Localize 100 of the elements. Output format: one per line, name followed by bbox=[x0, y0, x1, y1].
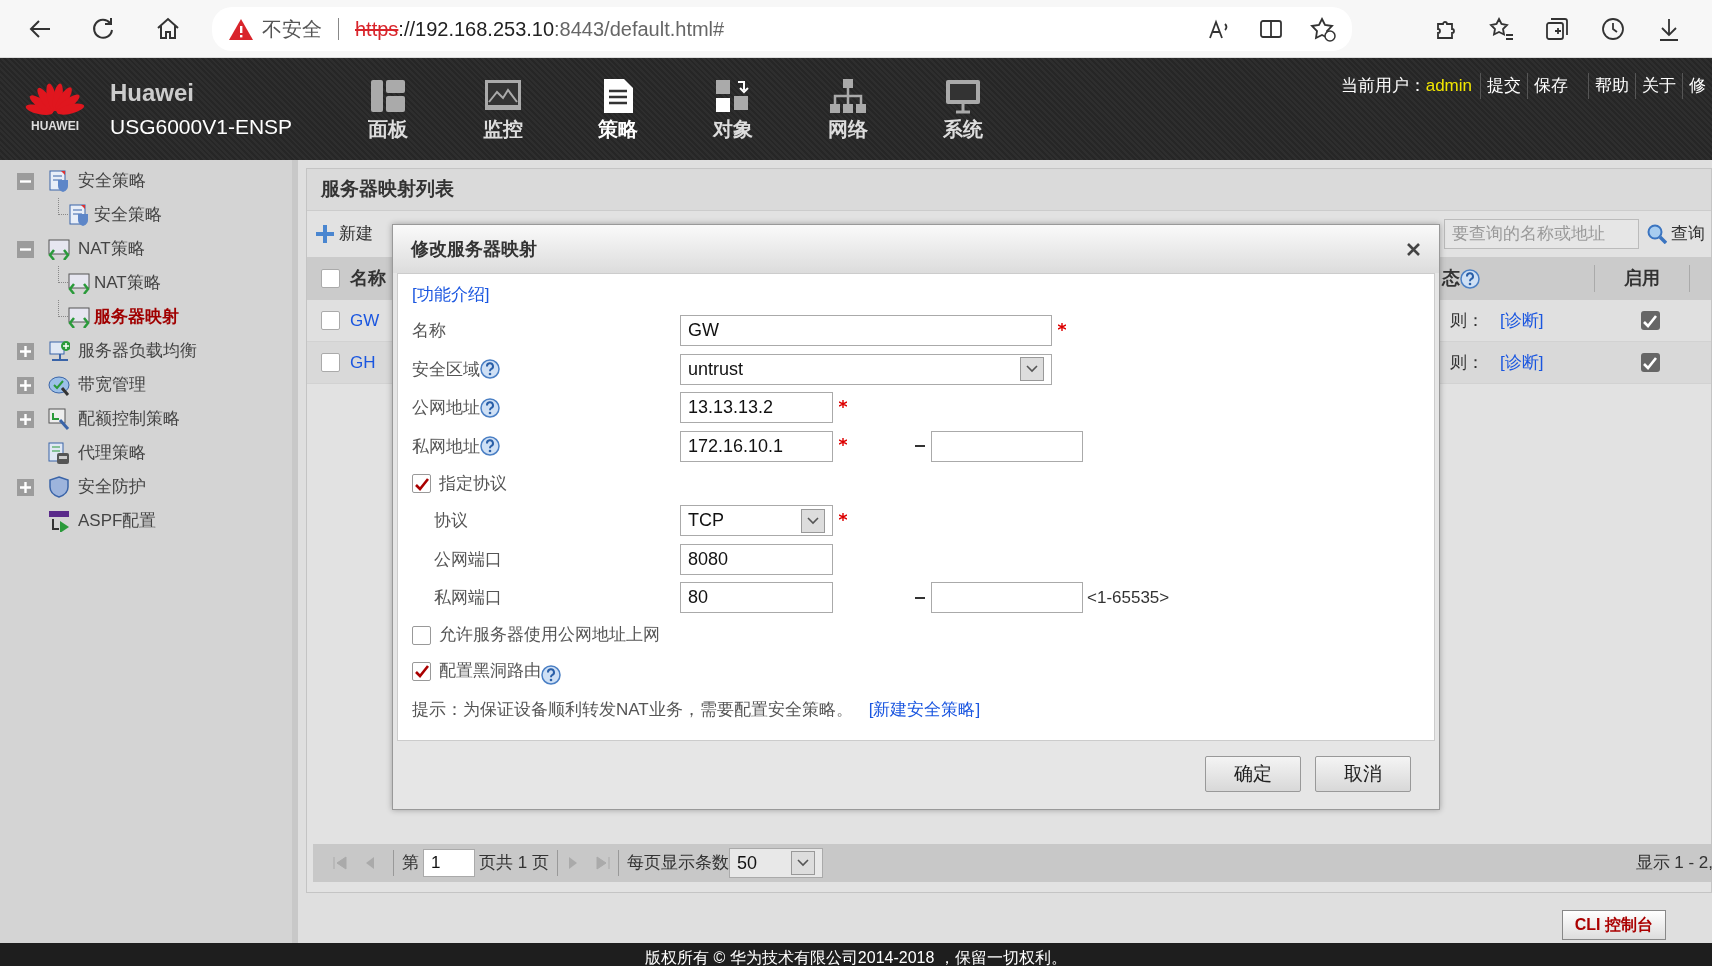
enable-checkbox[interactable] bbox=[1640, 311, 1660, 330]
network-icon bbox=[828, 78, 867, 114]
caret-icon bbox=[1026, 365, 1038, 374]
caret-icon bbox=[807, 516, 819, 525]
header-link[interactable]: 关于 bbox=[1635, 73, 1682, 99]
nav-tab[interactable]: 面板 bbox=[330, 58, 446, 160]
url-text[interactable]: https://192.168.253.10:8443/default.html# bbox=[355, 14, 725, 44]
checkbox-label: 配置黑洞路由 bbox=[439, 660, 541, 683]
expand-toggle[interactable] bbox=[17, 410, 34, 428]
table-cell-text: 则： bbox=[1450, 351, 1484, 374]
plus-icon bbox=[20, 379, 31, 391]
cli-console-button[interactable]: CLI 控制台 bbox=[1561, 910, 1666, 940]
expand-toggle[interactable] bbox=[17, 342, 34, 360]
nav-tab[interactable]: 对象 bbox=[675, 58, 791, 160]
nav-tab[interactable]: 系统 bbox=[905, 58, 1021, 160]
document-lock-icon bbox=[48, 442, 70, 464]
expand-toggle[interactable] bbox=[17, 172, 34, 190]
tree-item[interactable]: 安全策略 bbox=[0, 164, 292, 198]
tree-item[interactable]: 安全策略 bbox=[0, 198, 292, 232]
plus-icon bbox=[315, 224, 335, 244]
dialog-button[interactable]: 确定 bbox=[1205, 756, 1301, 792]
header-link[interactable]: 保存 bbox=[1527, 73, 1574, 99]
page-field[interactable]: 1 bbox=[423, 849, 475, 877]
chart-wrench-icon bbox=[48, 408, 70, 430]
checkmark-icon bbox=[412, 663, 431, 679]
security-warning[interactable]: 不安全 bbox=[262, 14, 322, 44]
header-link[interactable]: 提交 bbox=[1480, 73, 1527, 99]
tree-item[interactable]: 配额控制策略 bbox=[0, 402, 292, 436]
new-policy-link[interactable]: [新建安全策略] bbox=[868, 697, 981, 723]
input-field[interactable]: 8080 bbox=[680, 543, 833, 575]
input-field[interactable]: 172.16.10.1 bbox=[680, 430, 833, 462]
new-button[interactable]: 新建 bbox=[315, 221, 373, 247]
history-icon[interactable] bbox=[1600, 15, 1626, 42]
diagnose-link[interactable]: [诊断] bbox=[1500, 307, 1544, 334]
select-field[interactable]: TCP bbox=[680, 505, 833, 537]
search-button[interactable]: 查询 bbox=[1647, 221, 1705, 247]
field-label: 公网地址 bbox=[412, 397, 480, 419]
page-size-select[interactable]: 50 bbox=[728, 848, 823, 878]
select-field[interactable]: untrust bbox=[680, 353, 1052, 385]
tree-item[interactable]: 带宽管理 bbox=[0, 368, 292, 402]
field-label: 私网端口 bbox=[434, 587, 502, 609]
checkbox[interactable] bbox=[412, 625, 431, 645]
nat-arrows-icon bbox=[48, 238, 70, 260]
range-end-field[interactable] bbox=[931, 430, 1083, 462]
plus-icon bbox=[20, 345, 31, 357]
help-icon[interactable] bbox=[480, 436, 500, 457]
range-dash bbox=[915, 445, 925, 448]
nav-tab[interactable]: 网络 bbox=[790, 58, 906, 160]
name-link[interactable]: GW bbox=[350, 307, 380, 334]
header-link[interactable]: 修 bbox=[1682, 73, 1712, 99]
copyright-footer: 版权所有 © 华为技术有限公司2014-2018 ，保留一切权利。 bbox=[0, 943, 1712, 966]
help-icon[interactable] bbox=[480, 359, 500, 380]
close-icon[interactable] bbox=[1406, 241, 1421, 257]
help-icon[interactable] bbox=[541, 665, 561, 685]
tree-item[interactable]: 安全防护 bbox=[0, 470, 292, 504]
field-label: 名称 bbox=[412, 320, 446, 342]
table-cell-text: 则： bbox=[1450, 309, 1484, 332]
header-link[interactable]: 帮助 bbox=[1588, 73, 1635, 99]
input-field[interactable]: 80 bbox=[680, 582, 833, 614]
checkbox-label: 指定协议 bbox=[439, 472, 507, 495]
collections-icon[interactable] bbox=[1544, 15, 1570, 42]
diagnose-link[interactable]: [诊断] bbox=[1500, 349, 1544, 376]
favorite-add-icon[interactable] bbox=[1310, 16, 1336, 42]
favorites-icon[interactable] bbox=[1488, 15, 1514, 42]
nat-arrows-icon bbox=[68, 272, 90, 294]
range-end-field[interactable] bbox=[931, 582, 1083, 614]
help-icon[interactable] bbox=[480, 397, 500, 418]
tree-item[interactable]: NAT策略 bbox=[0, 232, 292, 266]
intro-link[interactable]: [功能介绍] bbox=[412, 282, 490, 308]
expand-toggle[interactable] bbox=[17, 240, 34, 258]
help-icon[interactable] bbox=[1460, 268, 1480, 289]
dialog-button[interactable]: 取消 bbox=[1315, 756, 1411, 792]
tree-item[interactable]: 服务器负载均衡 bbox=[0, 334, 292, 368]
nav-tab[interactable]: 监控 bbox=[445, 58, 561, 160]
user-name: admin bbox=[1425, 75, 1472, 97]
page-count: 页共 1 页 bbox=[479, 850, 558, 876]
row-checkbox[interactable] bbox=[321, 269, 340, 288]
nav-tab[interactable]: 策略 bbox=[560, 58, 676, 160]
tree-item[interactable]: 服务器映射 bbox=[0, 300, 292, 334]
checkbox[interactable] bbox=[412, 474, 431, 493]
checkbox[interactable] bbox=[412, 661, 431, 681]
expand-toggle[interactable] bbox=[17, 478, 34, 496]
input-field[interactable]: GW bbox=[680, 315, 1052, 347]
shield-document-icon bbox=[48, 170, 70, 192]
name-link[interactable]: GH bbox=[350, 349, 380, 376]
tree-item[interactable]: ASPF配置 bbox=[0, 504, 292, 538]
input-field[interactable]: 13.13.13.2 bbox=[680, 392, 833, 424]
search-icon bbox=[1647, 224, 1667, 244]
field-label: 公网端口 bbox=[434, 548, 502, 571]
user-label: 当前用户： bbox=[1340, 75, 1426, 97]
caret-icon bbox=[796, 859, 809, 867]
field-label: 协议 bbox=[434, 510, 468, 532]
enable-checkbox[interactable] bbox=[1640, 353, 1660, 372]
column-header: 态 bbox=[1442, 267, 1460, 290]
range-dash bbox=[915, 596, 925, 599]
row-checkbox[interactable] bbox=[321, 353, 340, 372]
tree-item[interactable]: 代理策略 bbox=[0, 436, 292, 470]
expand-toggle[interactable] bbox=[17, 376, 34, 394]
row-checkbox[interactable] bbox=[321, 311, 340, 330]
tree-item[interactable]: NAT策略 bbox=[0, 266, 292, 300]
